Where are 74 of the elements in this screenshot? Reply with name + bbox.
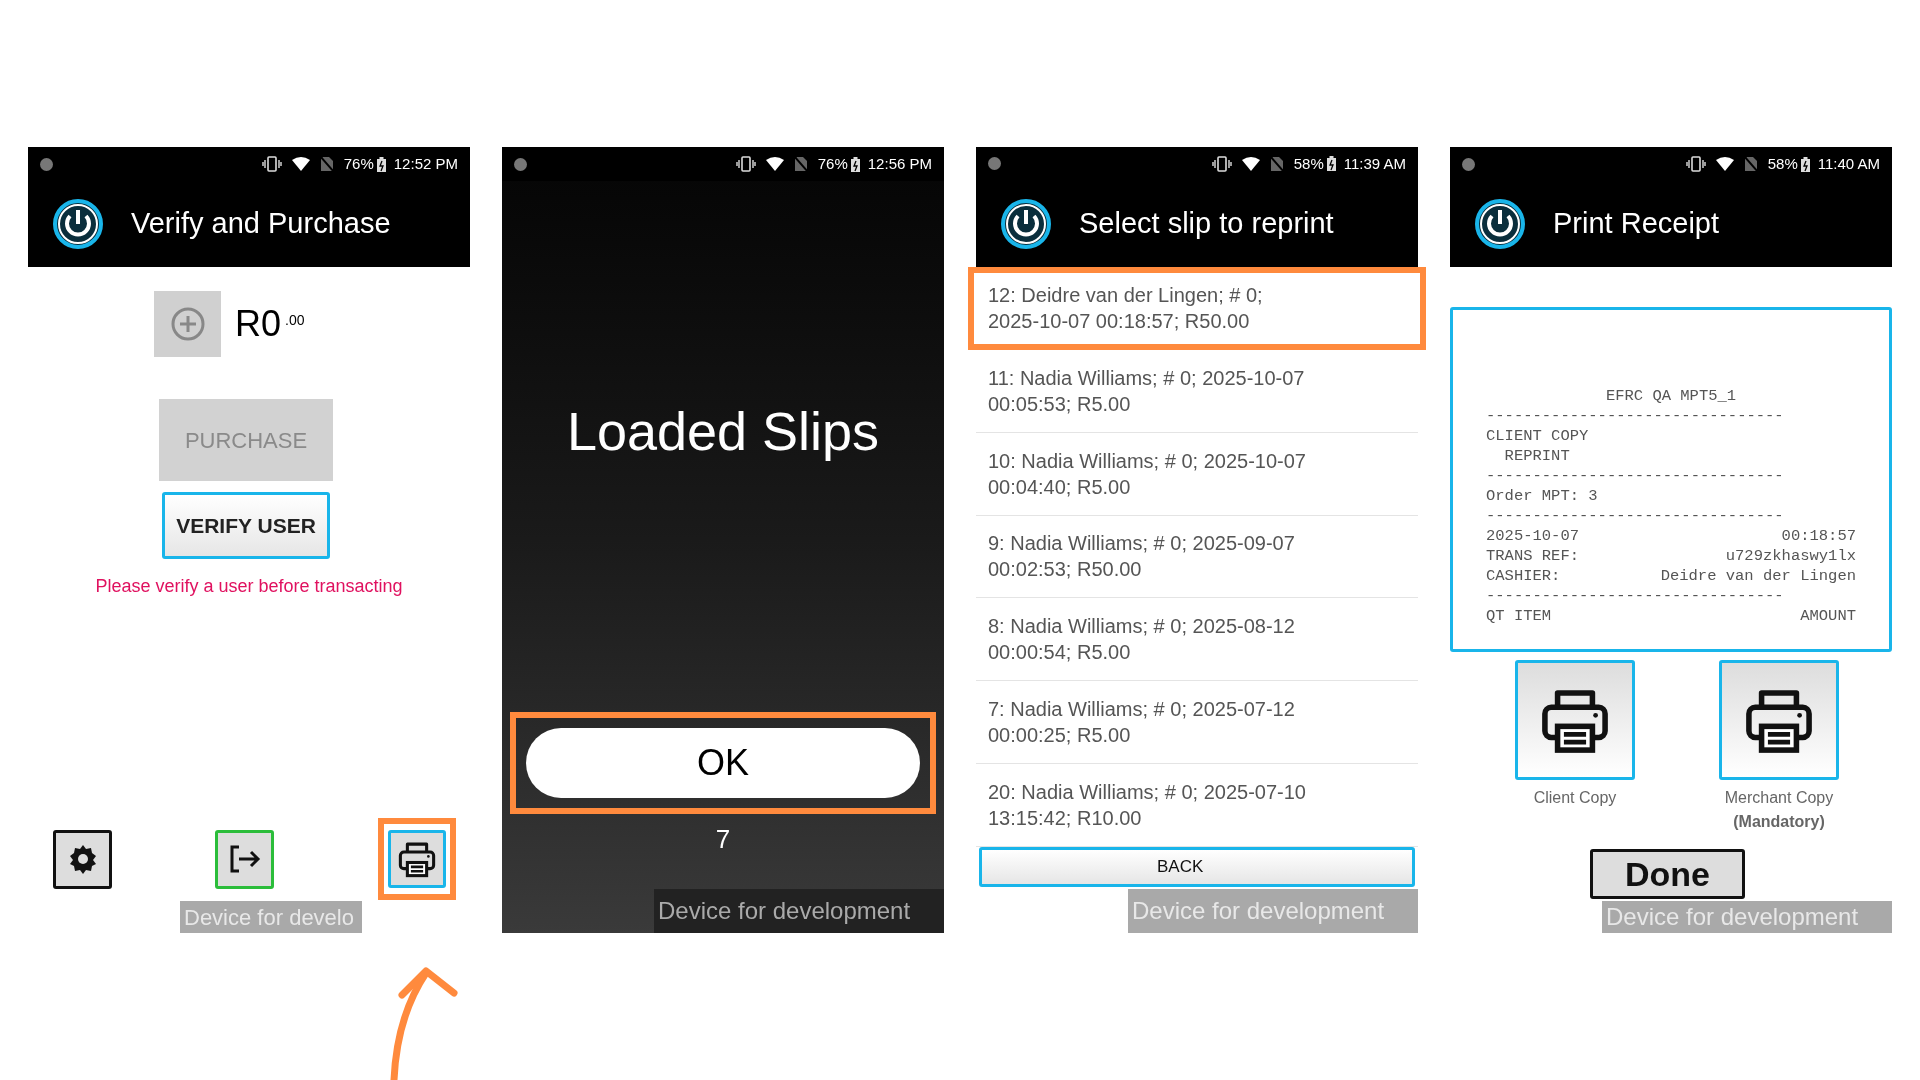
vibrate-icon [261, 156, 282, 172]
plus-circle-icon [169, 306, 206, 342]
battery-percent: 58% [1293, 153, 1324, 174]
copy-note: (Mandatory) [1733, 812, 1825, 832]
warning-message: Please verify a user before transacting [94, 575, 404, 598]
wifi-icon [1715, 157, 1734, 171]
slip-row[interactable]: 12: Deidre van der Lingen; # 0; 2025-10-07 00:18:57; R50.00 [968, 266, 1426, 350]
receipt-line: Order MPT: 3 [1486, 486, 1599, 506]
clock-time: 12:52 PM [393, 153, 458, 174]
wifi-icon [291, 157, 310, 171]
receipt-line: -------------------------------- [1486, 466, 1785, 486]
no-sim-icon [793, 156, 808, 172]
print-copy-button[interactable] [1515, 660, 1635, 780]
screen-title: Print Receipt [1553, 206, 1719, 242]
receipt-line: -------------------------------- [1486, 586, 1785, 606]
receipt-line: REPRINT [1503, 446, 1571, 466]
slip-row[interactable]: 10: Nadia Williams; # 0; 2025-10-07 00:04:40; R5.00 [976, 432, 1418, 516]
no-sim-icon [1743, 156, 1758, 172]
device-banner: Device for develo [180, 901, 362, 933]
print-copy-button[interactable] [1719, 660, 1839, 780]
power-logo-icon [1001, 198, 1051, 249]
settings-button[interactable] [53, 829, 112, 889]
receipt-label: QT ITEM [1486, 606, 1552, 626]
receipt-line: CLIENT COPY [1486, 426, 1590, 446]
vibrate-icon [1211, 155, 1232, 172]
receipt-value: u729zkhaswy1lx [1725, 546, 1856, 566]
slip-count: 7 [715, 823, 731, 856]
verify-user-button[interactable]: VERIFY USER [162, 492, 330, 559]
battery-percent: 76% [343, 153, 374, 174]
amount-value: R0 [235, 302, 282, 346]
battery-percent: 76% [817, 153, 848, 174]
done-button[interactable]: Done [1590, 849, 1745, 899]
amount-cents: .00 [285, 310, 305, 330]
receipt-line: EFRC QA MPT5_1 [1604, 386, 1738, 406]
battery-percent: 58% [1767, 153, 1798, 174]
copy-label: Merchant Copy [1724, 788, 1834, 808]
battery-icon [376, 156, 386, 172]
receipt-line: -------------------------------- [1486, 406, 1785, 426]
wifi-icon [1241, 156, 1260, 171]
logout-button[interactable] [215, 829, 274, 889]
clock-time: 11:40 AM [1817, 153, 1880, 174]
receipt-value: AMOUNT [1800, 606, 1856, 626]
battery-icon [1326, 156, 1336, 172]
reprint-button[interactable] [388, 830, 446, 888]
device-banner: Device for development [1602, 901, 1892, 933]
back-button[interactable]: BACK [979, 847, 1415, 888]
dialog-heading: Loaded Slips [565, 400, 881, 463]
ok-button[interactable]: OK [526, 728, 920, 798]
receipt-value: 00:18:57 [1781, 526, 1856, 546]
copy-label: Client Copy [1533, 788, 1617, 808]
vibrate-icon [1685, 156, 1706, 172]
screen-title: Verify and Purchase [131, 206, 391, 242]
device-banner: Device for development [654, 889, 944, 933]
wifi-icon [765, 157, 784, 171]
screen-title: Select slip to reprint [1079, 206, 1334, 242]
battery-icon [850, 156, 860, 172]
receipt-label: CASHIER: [1486, 566, 1561, 586]
vibrate-icon [735, 156, 756, 172]
power-logo-icon [53, 199, 103, 249]
slip-row[interactable]: 11: Nadia Williams; # 0; 2025-10-07 00:05:53; R5.00 [976, 349, 1418, 433]
receipt-value: Deidre van der Lingen [1660, 566, 1856, 586]
slip-row[interactable]: 8: Nadia Williams; # 0; 2025-08-12 00:00:54; R5.00 [976, 598, 1418, 682]
slip-row[interactable]: 9: Nadia Williams; # 0; 2025-09-07 00:02:53; R50.00 [976, 515, 1418, 599]
receipt-label: 2025-10-07 [1486, 526, 1579, 546]
clock-time: 12:56 PM [867, 153, 932, 174]
clock-time: 11:39 AM [1343, 153, 1406, 174]
no-sim-icon [319, 156, 334, 172]
no-sim-icon [1269, 155, 1284, 172]
receipt-label: TRANS REF: [1486, 546, 1579, 566]
device-banner: Device for development [1128, 889, 1418, 933]
battery-icon [1800, 156, 1810, 172]
slip-row[interactable]: 7: Nadia Williams; # 0; 2025-07-12 00:00:25; R5.00 [976, 681, 1418, 765]
power-logo-icon [1475, 199, 1525, 249]
receipt-line: -------------------------------- [1486, 506, 1785, 526]
